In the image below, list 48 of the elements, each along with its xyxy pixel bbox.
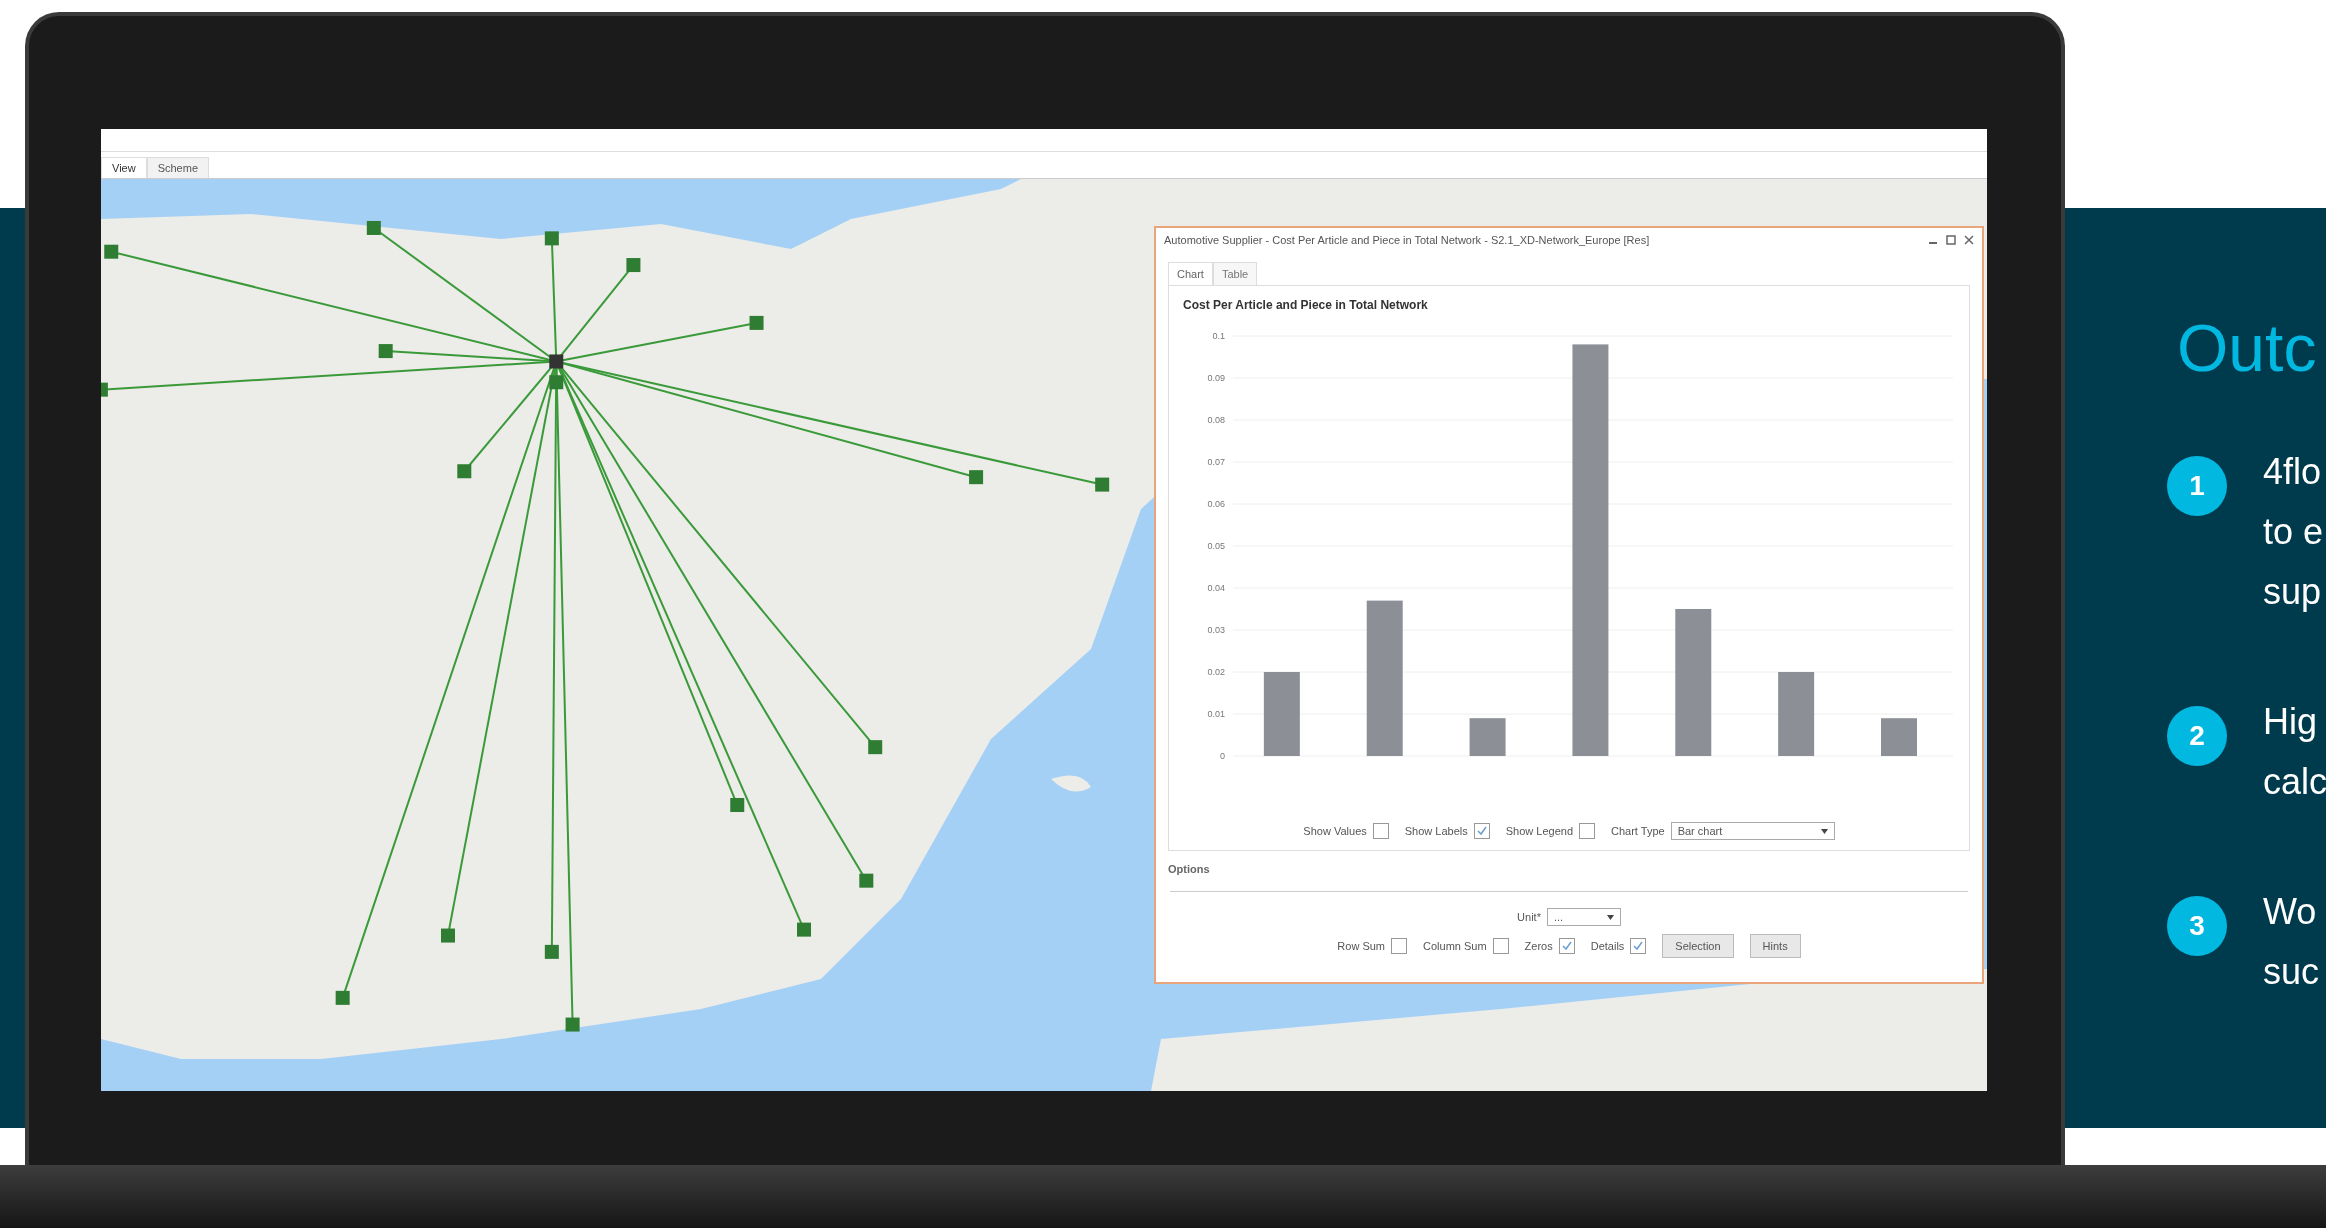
outcome-text: Hig calc [2263,700,2326,804]
checkbox-label: Details [1590,940,1625,952]
caret-icon [1820,828,1828,834]
field-label: Unit* [1517,911,1541,923]
checkbox-label: Column Sum [1423,940,1487,952]
axis-tick-label: 0.04 [1207,583,1225,593]
checkbox-label: Show Legend [1505,825,1574,837]
checkbox-label: Show Labels [1404,825,1468,837]
checkbox[interactable] [1391,938,1407,954]
checkbox[interactable] [1492,938,1509,954]
checkbox[interactable] [1579,823,1596,839]
tab[interactable]: Scheme [146,157,209,178]
axis-tick-label: 0 [1220,751,1225,761]
axis-tick-label: 0.05 [1207,541,1225,551]
chart-type-dropdown[interactable]: Bar chart [1670,822,1835,840]
outcome-text: Wo suc [2263,890,2320,994]
axis-tick-label: 0.02 [1207,667,1225,677]
field-label: Chart Type [1611,825,1665,837]
checkbox[interactable] [1630,938,1647,954]
checkbox[interactable] [1558,938,1575,954]
axis-tick-label: 0.03 [1207,625,1225,635]
unit-dropdown[interactable]: ... [1546,908,1621,926]
bar [1881,718,1917,756]
outcome-text: 4flo to e sup [2263,450,2324,614]
checkbox[interactable] [1372,823,1389,839]
axis-tick-label: 0.1 [1212,331,1225,341]
close-icon[interactable] [1964,235,1974,245]
tab[interactable]: View [101,157,147,178]
checkbox-label: Show Values [1303,825,1367,837]
window-title: Automotive Supplier - Cost Per Article and Piece in Total Network - S2.1_XD-Network_Europe [Res] [1164,234,1651,246]
axis-tick-label: 0.08 [1207,415,1225,425]
section-title: Options [1167,862,1211,877]
caret-icon [1606,914,1614,920]
checkbox-label: Zeros [1524,940,1553,952]
axis-tick-label: 0.07 [1207,457,1225,467]
tab[interactable]: Chart [1168,262,1213,285]
button[interactable]: Hints [1749,934,1801,958]
heading: Outc [2177,310,2318,386]
maximize-icon[interactable] [1946,235,1956,245]
checkbox-label: Row Sum [1337,940,1385,952]
checkbox[interactable] [1473,823,1490,839]
bar [1469,718,1506,756]
axis-tick-label: 0.09 [1207,373,1225,383]
tab[interactable]: Table [1212,262,1258,285]
button[interactable]: Selection [1662,934,1734,958]
axis-tick-label: 0.06 [1207,499,1225,509]
chart-title: Cost Per Article and Piece in Total Network [1183,298,1429,312]
axis-tick-label: 0.01 [1207,709,1225,719]
